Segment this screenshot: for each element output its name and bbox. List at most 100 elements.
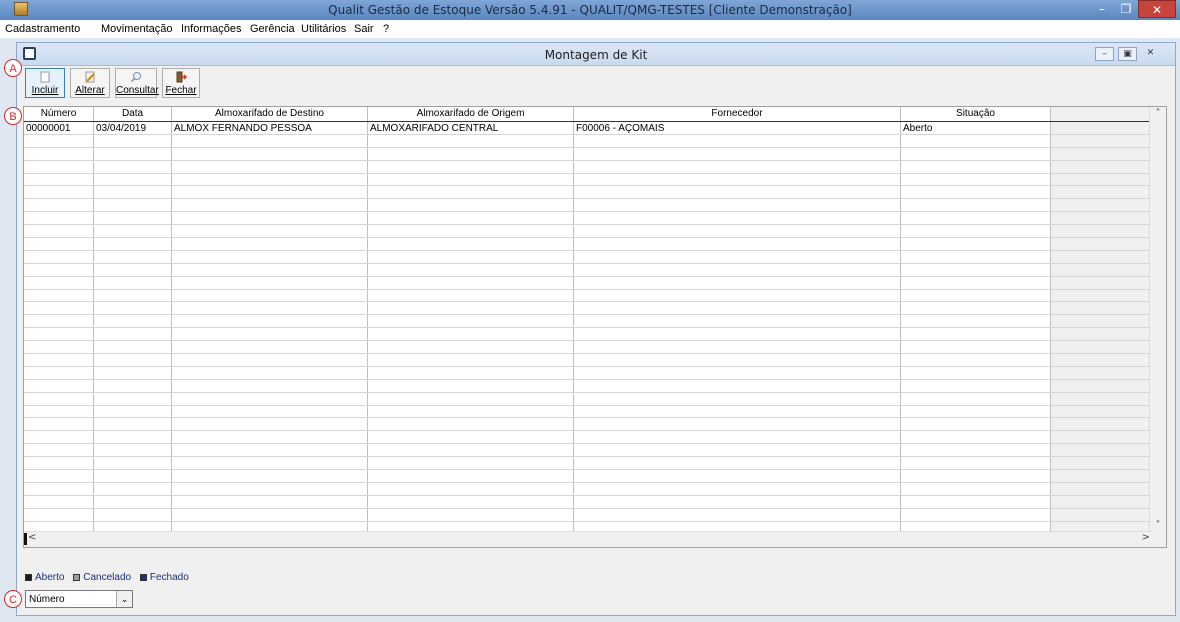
cell-situacao xyxy=(901,263,1051,276)
scroll-down-icon[interactable]: ˅ xyxy=(1150,520,1166,531)
table-row[interactable] xyxy=(24,470,1152,483)
vertical-scrollbar[interactable]: ˄ ˅ xyxy=(1149,107,1166,547)
cell-situacao xyxy=(901,366,1051,379)
cell-destino xyxy=(172,418,368,431)
cell-data xyxy=(94,495,172,508)
cell-destino xyxy=(172,302,368,315)
app-maximize-button[interactable]: ❐ xyxy=(1114,0,1138,18)
cell-origem xyxy=(368,457,574,470)
cell-filler xyxy=(1051,147,1152,160)
table-row[interactable] xyxy=(24,482,1152,496)
table-row[interactable] xyxy=(24,418,1152,432)
menu-movimentacao[interactable]: Movimentação xyxy=(101,23,173,35)
table-row[interactable] xyxy=(24,457,1152,471)
sort-order-select[interactable]: Número ⌄ xyxy=(25,590,133,608)
scroll-right-icon[interactable]: > xyxy=(1142,532,1150,543)
menu-help[interactable]: ? xyxy=(383,23,389,35)
cell-origem xyxy=(368,328,574,341)
menu-utilitarios[interactable]: Utilitários xyxy=(301,23,346,35)
table-row[interactable] xyxy=(24,225,1152,239)
col-data[interactable]: Data xyxy=(94,107,172,121)
table-row[interactable] xyxy=(24,250,1152,264)
table-row[interactable] xyxy=(24,276,1152,290)
scroll-up-icon[interactable]: ˄ xyxy=(1150,108,1166,119)
table-row[interactable] xyxy=(24,315,1152,329)
cell-numero xyxy=(24,302,94,315)
table-row[interactable] xyxy=(24,354,1152,367)
col-numero[interactable]: Número xyxy=(24,107,94,121)
cell-origem xyxy=(368,199,574,212)
menu-gerencia[interactable]: Gerência xyxy=(250,23,295,35)
cell-situacao xyxy=(901,431,1051,444)
chevron-down-icon[interactable]: ⌄ xyxy=(116,591,132,607)
table-row[interactable] xyxy=(24,495,1152,509)
cell-destino xyxy=(172,134,368,147)
cell-numero xyxy=(24,418,94,431)
table-row[interactable] xyxy=(24,289,1152,303)
table-row[interactable] xyxy=(24,186,1152,200)
table-row[interactable] xyxy=(24,238,1152,251)
cell-data xyxy=(94,457,172,470)
table-row[interactable] xyxy=(24,212,1152,226)
app-close-button[interactable]: ✕ xyxy=(1138,0,1176,18)
fechar-button[interactable]: Fechar xyxy=(162,68,200,98)
col-origem[interactable]: Almoxarifado de Origem xyxy=(368,107,574,121)
cell-data xyxy=(94,199,172,212)
table-row[interactable] xyxy=(24,366,1152,380)
table-row[interactable] xyxy=(24,392,1152,406)
table-row[interactable] xyxy=(24,147,1152,161)
table-row[interactable] xyxy=(24,379,1152,393)
cell-destino xyxy=(172,457,368,470)
window-minimize-button[interactable]: – xyxy=(1095,47,1114,61)
table-row[interactable] xyxy=(24,405,1152,419)
cell-origem xyxy=(368,418,574,431)
app-minimize-button[interactable]: – xyxy=(1090,0,1114,18)
table-row[interactable] xyxy=(24,508,1152,522)
kit-grid[interactable]: Número Data Almoxarifado de Destino Almo… xyxy=(23,106,1167,548)
cell-data xyxy=(94,186,172,199)
cell-fornecedor xyxy=(574,250,901,263)
window-close-button[interactable]: ✕ xyxy=(1141,47,1160,61)
table-row[interactable] xyxy=(24,134,1152,148)
cell-origem xyxy=(368,134,574,147)
cell-fornecedor xyxy=(574,418,901,431)
col-fornecedor[interactable]: Fornecedor xyxy=(574,107,901,121)
cell-data xyxy=(94,354,172,366)
cell-numero xyxy=(24,328,94,341)
table-row[interactable] xyxy=(24,160,1152,174)
cell-origem xyxy=(368,508,574,521)
col-destino[interactable]: Almoxarifado de Destino xyxy=(172,107,368,121)
menu-cadastramento[interactable]: Cadastramento xyxy=(5,23,80,35)
window-restore-button[interactable]: ▣ xyxy=(1118,47,1137,61)
kit-assembly-window: Montagem de Kit – ▣ ✕ Incluir Alterar Co… xyxy=(16,42,1176,616)
table-row[interactable]: 00000001 03/04/2019 ALMOX FERNANDO PESSOA A… xyxy=(24,122,1152,135)
table-row[interactable] xyxy=(24,199,1152,213)
scroll-thumb[interactable] xyxy=(24,533,27,545)
horizontal-scrollbar[interactable]: < > xyxy=(24,531,1152,547)
menu-sair[interactable]: Sair xyxy=(354,23,374,35)
cell-fornecedor xyxy=(574,328,901,341)
col-situacao[interactable]: Situação xyxy=(901,107,1051,121)
cell-numero xyxy=(24,250,94,263)
consultar-button[interactable]: Consultar xyxy=(115,68,159,98)
menu-informacoes[interactable]: Informações xyxy=(181,23,242,35)
cell-destino: ALMOX FERNANDO PESSOA xyxy=(172,122,368,134)
table-row[interactable] xyxy=(24,328,1152,342)
scroll-left-icon[interactable]: < xyxy=(28,532,36,543)
alterar-button[interactable]: Alterar xyxy=(70,68,110,98)
cell-destino xyxy=(172,263,368,276)
col-filler xyxy=(1051,107,1152,121)
cell-filler xyxy=(1051,289,1152,302)
cell-filler xyxy=(1051,199,1152,212)
cell-data xyxy=(94,328,172,341)
cell-numero xyxy=(24,482,94,495)
table-row[interactable] xyxy=(24,263,1152,277)
cell-origem: ALMOXARIFADO CENTRAL xyxy=(368,122,574,134)
table-row[interactable] xyxy=(24,302,1152,316)
incluir-button[interactable]: Incluir xyxy=(25,68,65,98)
table-row[interactable] xyxy=(24,431,1152,445)
cell-destino xyxy=(172,431,368,444)
table-row[interactable] xyxy=(24,444,1152,458)
table-row[interactable] xyxy=(24,341,1152,355)
table-row[interactable] xyxy=(24,173,1152,187)
